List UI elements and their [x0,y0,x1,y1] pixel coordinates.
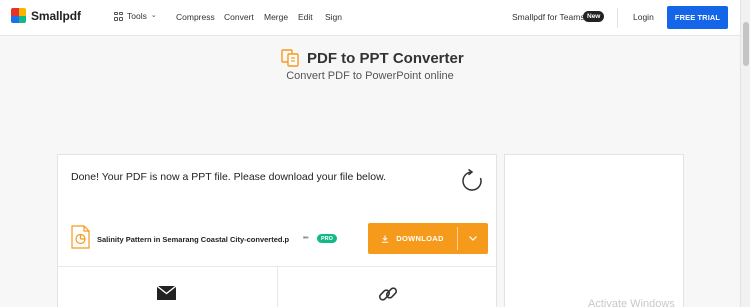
activate-windows-watermark: Activate Windows [588,298,675,307]
nav-edit[interactable]: Edit [298,12,313,22]
result-card: Done! Your PDF is now a PPT file. Please… [57,154,497,307]
page-title: PDF to PPT Converter [307,49,464,67]
email-icon[interactable] [157,286,176,300]
pencil-icon[interactable]: ✏ [303,234,309,242]
logo[interactable]: Smallpdf [11,8,81,23]
download-icon [382,235,389,243]
smallpdf-logo-icon [11,8,26,23]
pro-badge: PRO [317,234,337,243]
nav-merge[interactable]: Merge [264,12,288,22]
tools-label: Tools [127,11,147,21]
download-options-button[interactable] [458,223,488,254]
page-heading: PDF to PPT Converter [281,49,464,67]
header-divider [617,8,618,28]
download-button[interactable]: DOWNLOAD [368,223,457,254]
chevron-down-icon [469,236,477,241]
tools-menu[interactable]: Tools ⌄ [114,11,157,21]
page-subtitle: Convert PDF to PowerPoint online [286,70,454,82]
ppt-file-icon [71,225,90,249]
chevron-down-icon: ⌄ [150,12,157,19]
restart-icon[interactable] [459,168,485,194]
free-trial-button[interactable]: FREE TRIAL [667,6,728,29]
nav-convert[interactable]: Convert [224,12,254,22]
side-panel [504,154,684,307]
new-badge: New [583,11,605,22]
nav-sign[interactable]: Sign [325,12,342,22]
pdf-to-ppt-icon [281,49,299,67]
card-divider-vertical [277,266,278,307]
login-link[interactable]: Login [633,12,654,22]
link-icon[interactable] [377,283,399,305]
teams-link[interactable]: Smallpdf for Teams [512,12,585,22]
file-name: Salinity Pattern in Semarang Coastal Cit… [97,235,290,244]
download-label: DOWNLOAD [396,234,444,243]
top-navigation-bar: Smallpdf Tools ⌄ Compress Convert Merge … [0,0,740,36]
brand-name: Smallpdf [31,8,81,23]
page-scrollbar[interactable] [740,0,750,307]
scrollbar-thumb[interactable] [743,22,749,66]
download-button-group: DOWNLOAD [368,223,488,254]
nav-compress[interactable]: Compress [176,12,215,22]
done-message: Done! Your PDF is now a PPT file. Please… [71,171,386,183]
grid-icon [114,11,123,21]
